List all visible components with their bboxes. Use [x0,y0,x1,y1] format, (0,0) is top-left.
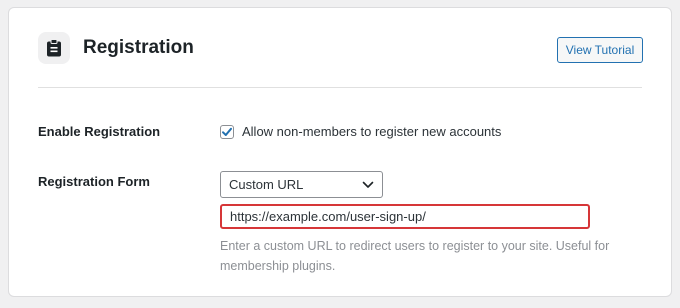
enable-registration-checkbox[interactable] [220,125,234,139]
registration-form-select-value: Custom URL [229,177,304,192]
enable-registration-label: Enable Registration [38,124,161,139]
enable-registration-checkbox-label[interactable]: Allow non-members to register new accoun… [242,123,501,141]
header-divider [38,87,642,88]
registration-form-label: Registration Form [38,174,150,189]
clipboard-icon [38,32,70,64]
chevron-down-icon [362,181,374,188]
registration-settings-card: Registration View Tutorial Enable Regist… [8,7,672,297]
custom-url-input[interactable] [220,204,590,229]
enable-registration-row: Allow non-members to register new accoun… [220,123,501,141]
custom-url-help-text: Enter a custom URL to redirect users to … [220,239,610,273]
registration-form-select[interactable]: Custom URL [220,171,383,198]
clipboard-icon-svg [47,39,61,57]
checkmark-icon [222,127,232,136]
view-tutorial-button[interactable]: View Tutorial [557,37,643,63]
page-title: Registration [83,37,194,58]
